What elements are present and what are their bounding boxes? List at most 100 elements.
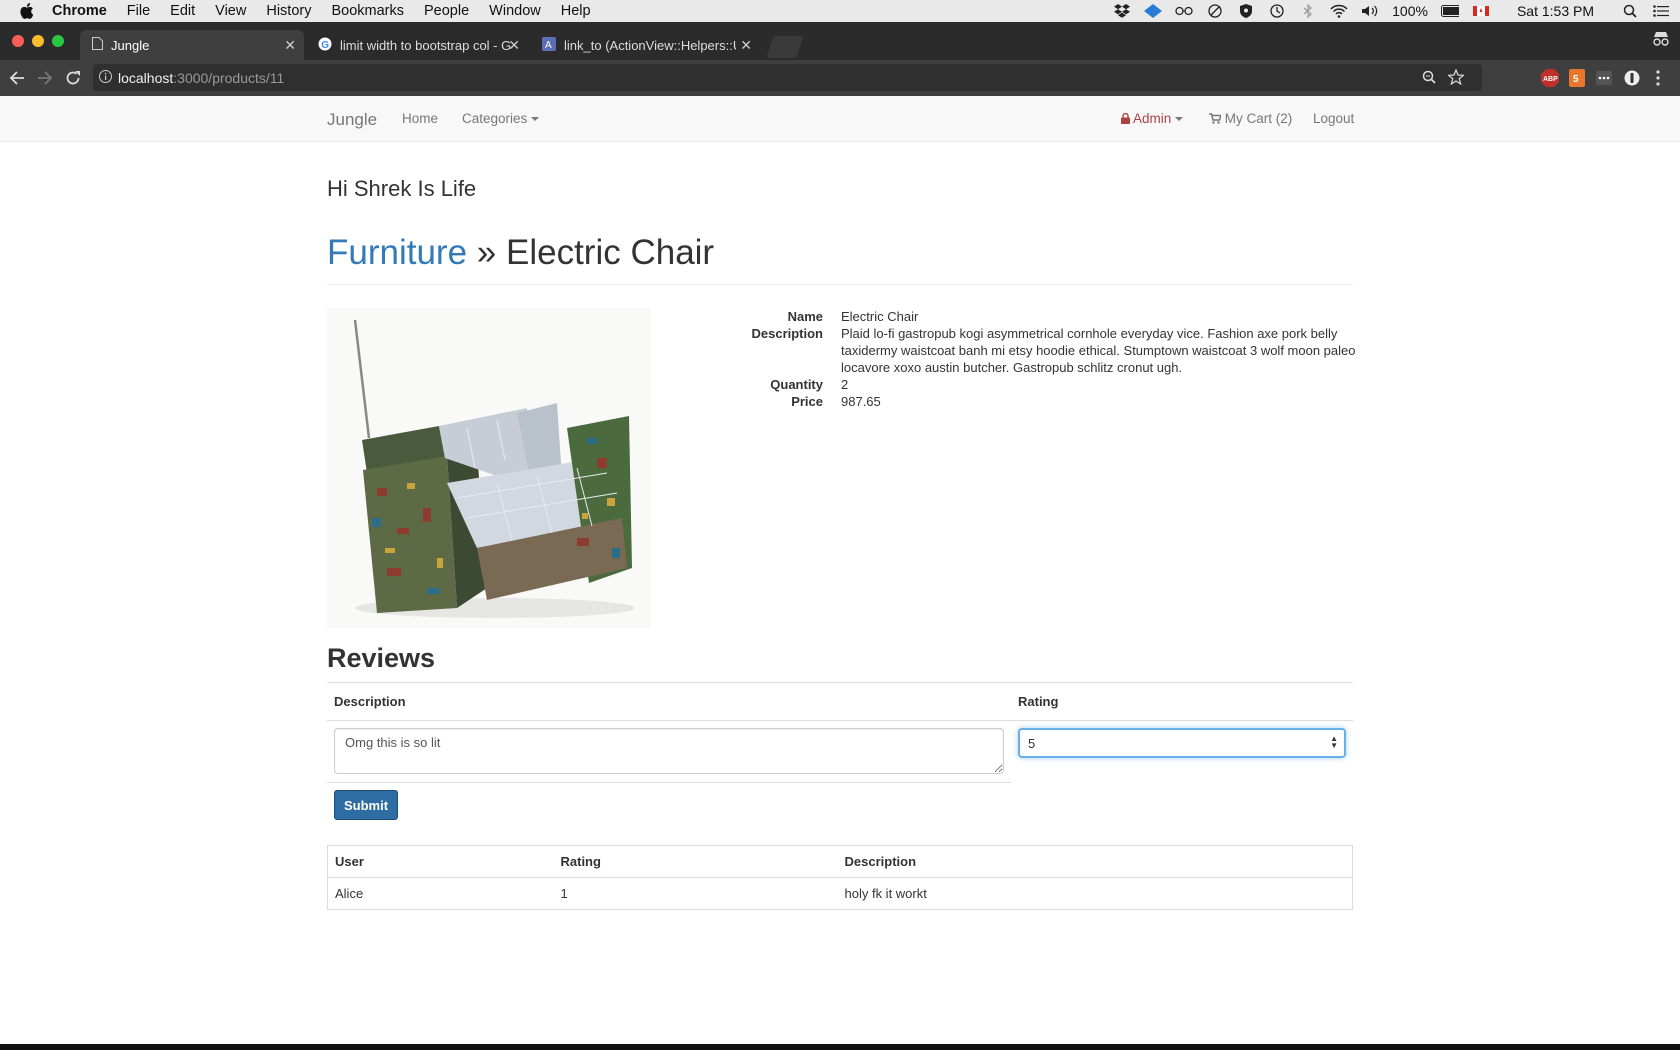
reviews-table: User Rating Description Alice 1 holy fk … <box>327 845 1353 910</box>
extension-dots-icon[interactable] <box>1596 71 1612 90</box>
review-form-description-header: Description <box>334 694 406 709</box>
product-image <box>327 308 651 628</box>
window-zoom-button[interactable] <box>52 35 64 47</box>
column-header-description: Description <box>844 854 917 869</box>
adblock-icon[interactable]: ABP <box>1541 69 1559 92</box>
nav-home[interactable]: Home <box>402 111 438 126</box>
nav-categories-label: Categories <box>462 111 528 126</box>
tab-title: link_to (ActionView::Helpers::U <box>564 37 736 53</box>
clock[interactable]: Sat 1:53 PM <box>1517 3 1594 19</box>
review-description-input[interactable]: Omg this is so lit <box>334 728 1004 774</box>
column-header-rating: Rating <box>560 854 601 869</box>
back-icon[interactable] <box>8 69 26 87</box>
dock-edge <box>0 1044 1680 1050</box>
site-navbar: Jungle Home Categories Admin My Cart (2)… <box>0 96 1680 142</box>
glasses-icon[interactable] <box>1175 4 1193 18</box>
do-not-disturb-icon[interactable] <box>1206 4 1224 18</box>
tab-api-docs[interactable]: A link_to (ActionView::Helpers::U ✕ <box>530 30 760 60</box>
review-description: holy fk it workt <box>837 877 1353 910</box>
caret-down-icon <box>1175 117 1184 122</box>
apple-icon[interactable] <box>20 3 36 19</box>
shield-icon[interactable] <box>1237 4 1255 18</box>
battery-icon[interactable] <box>1440 4 1459 18</box>
zoom-icon[interactable] <box>1422 70 1436 87</box>
page-icon <box>92 37 103 53</box>
close-icon[interactable]: ✕ <box>508 37 520 54</box>
notification-center-icon[interactable] <box>1652 4 1670 18</box>
rating-selected-value: 5 <box>1028 736 1036 751</box>
reviews-heading: Reviews <box>327 643 436 673</box>
detail-label: Description <box>751 326 823 341</box>
info-icon[interactable] <box>99 69 112 86</box>
detail-description: Description Plaid lo-fi gastropub kogi a… <box>700 325 1360 376</box>
submit-review-button[interactable]: Submit <box>334 790 398 820</box>
nav-cart-label: My Cart (2) <box>1224 111 1293 126</box>
tab-jungle[interactable]: Jungle ✕ <box>80 30 304 60</box>
time-machine-icon[interactable] <box>1268 4 1286 18</box>
address-bar[interactable]: localhost:3000/products/11 <box>93 64 1482 91</box>
cart-icon <box>1209 111 1223 126</box>
detail-value: 2 <box>841 377 849 392</box>
dropbox-icon[interactable] <box>1113 4 1131 18</box>
network-extension-icon[interactable] <box>1144 4 1163 18</box>
breadcrumb-separator: » <box>467 233 506 272</box>
nav-admin-label: Admin <box>1133 111 1172 126</box>
wifi-icon[interactable] <box>1330 4 1348 18</box>
macos-menubar: Chrome File Edit View History Bookmarks … <box>0 0 1680 22</box>
url-host: localhost <box>118 69 174 86</box>
review-rating-select[interactable]: 5 ▲ ▼ <box>1018 728 1346 758</box>
nav-categories[interactable]: Categories <box>462 111 540 126</box>
divider <box>327 720 1353 721</box>
svg-text:5: 5 <box>1573 74 1579 85</box>
table-header-row: User Rating Description <box>328 846 1353 878</box>
volume-icon[interactable] <box>1361 4 1379 18</box>
close-icon[interactable]: ✕ <box>740 37 752 54</box>
review-user: Alice <box>327 877 554 910</box>
menu-help[interactable]: Help <box>551 3 601 19</box>
detail-quantity: Quantity 2 <box>700 376 1360 393</box>
api-icon: A <box>542 36 556 54</box>
nav-admin[interactable]: Admin <box>1121 111 1184 126</box>
tab-google-search[interactable]: G limit width to bootstrap col - G ✕ <box>306 30 528 60</box>
menu-window[interactable]: Window <box>479 3 551 19</box>
new-tab-button[interactable] <box>766 36 804 58</box>
menu-edit[interactable]: Edit <box>160 3 205 19</box>
window-close-button[interactable] <box>12 35 24 47</box>
detail-value: Electric Chair <box>841 309 919 324</box>
detail-label: Quantity <box>770 377 823 392</box>
spotlight-icon[interactable] <box>1621 4 1639 18</box>
category-link[interactable]: Furniture <box>327 233 467 272</box>
menu-history[interactable]: History <box>256 3 321 19</box>
incognito-icon <box>1652 32 1670 51</box>
bluetooth-icon[interactable] <box>1299 4 1317 18</box>
window-minimize-button[interactable] <box>32 35 44 47</box>
chrome-menu-icon[interactable] <box>1656 70 1660 91</box>
extension-circle-icon[interactable] <box>1624 70 1640 91</box>
detail-label: Price <box>791 394 823 409</box>
menu-file[interactable]: File <box>117 3 160 19</box>
divider <box>327 682 1353 683</box>
menu-app-name[interactable]: Chrome <box>52 3 117 19</box>
close-icon[interactable]: ✕ <box>284 37 296 54</box>
html5-extension-icon[interactable]: 5 <box>1569 69 1585 92</box>
forward-icon[interactable] <box>36 69 54 87</box>
page-viewport: Jungle Home Categories Admin My Cart (2)… <box>0 96 1680 1044</box>
menu-bookmarks[interactable]: Bookmarks <box>321 3 414 19</box>
menu-people[interactable]: People <box>414 3 479 19</box>
brand-link[interactable]: Jungle <box>327 110 377 130</box>
product-details: Name Electric Chair Description Plaid lo… <box>700 308 1360 410</box>
menu-view[interactable]: View <box>205 3 256 19</box>
reload-icon[interactable] <box>64 69 82 87</box>
nav-logout[interactable]: Logout <box>1313 111 1354 126</box>
tab-title: Jungle <box>111 37 150 53</box>
divider <box>327 782 1011 783</box>
detail-price: Price 987.65 <box>700 393 1360 410</box>
canada-flag-icon[interactable] <box>1472 4 1490 18</box>
nav-cart[interactable]: My Cart (2) <box>1209 111 1292 126</box>
detail-name: Name Electric Chair <box>700 308 1360 325</box>
product-title: Electric Chair <box>505 233 715 272</box>
page-header: Furniture » Electric Chair <box>327 235 1353 285</box>
review-form-rating-header: Rating <box>1018 694 1059 709</box>
bookmark-star-icon[interactable] <box>1446 68 1466 88</box>
svg-text:ABP: ABP <box>1543 76 1558 83</box>
